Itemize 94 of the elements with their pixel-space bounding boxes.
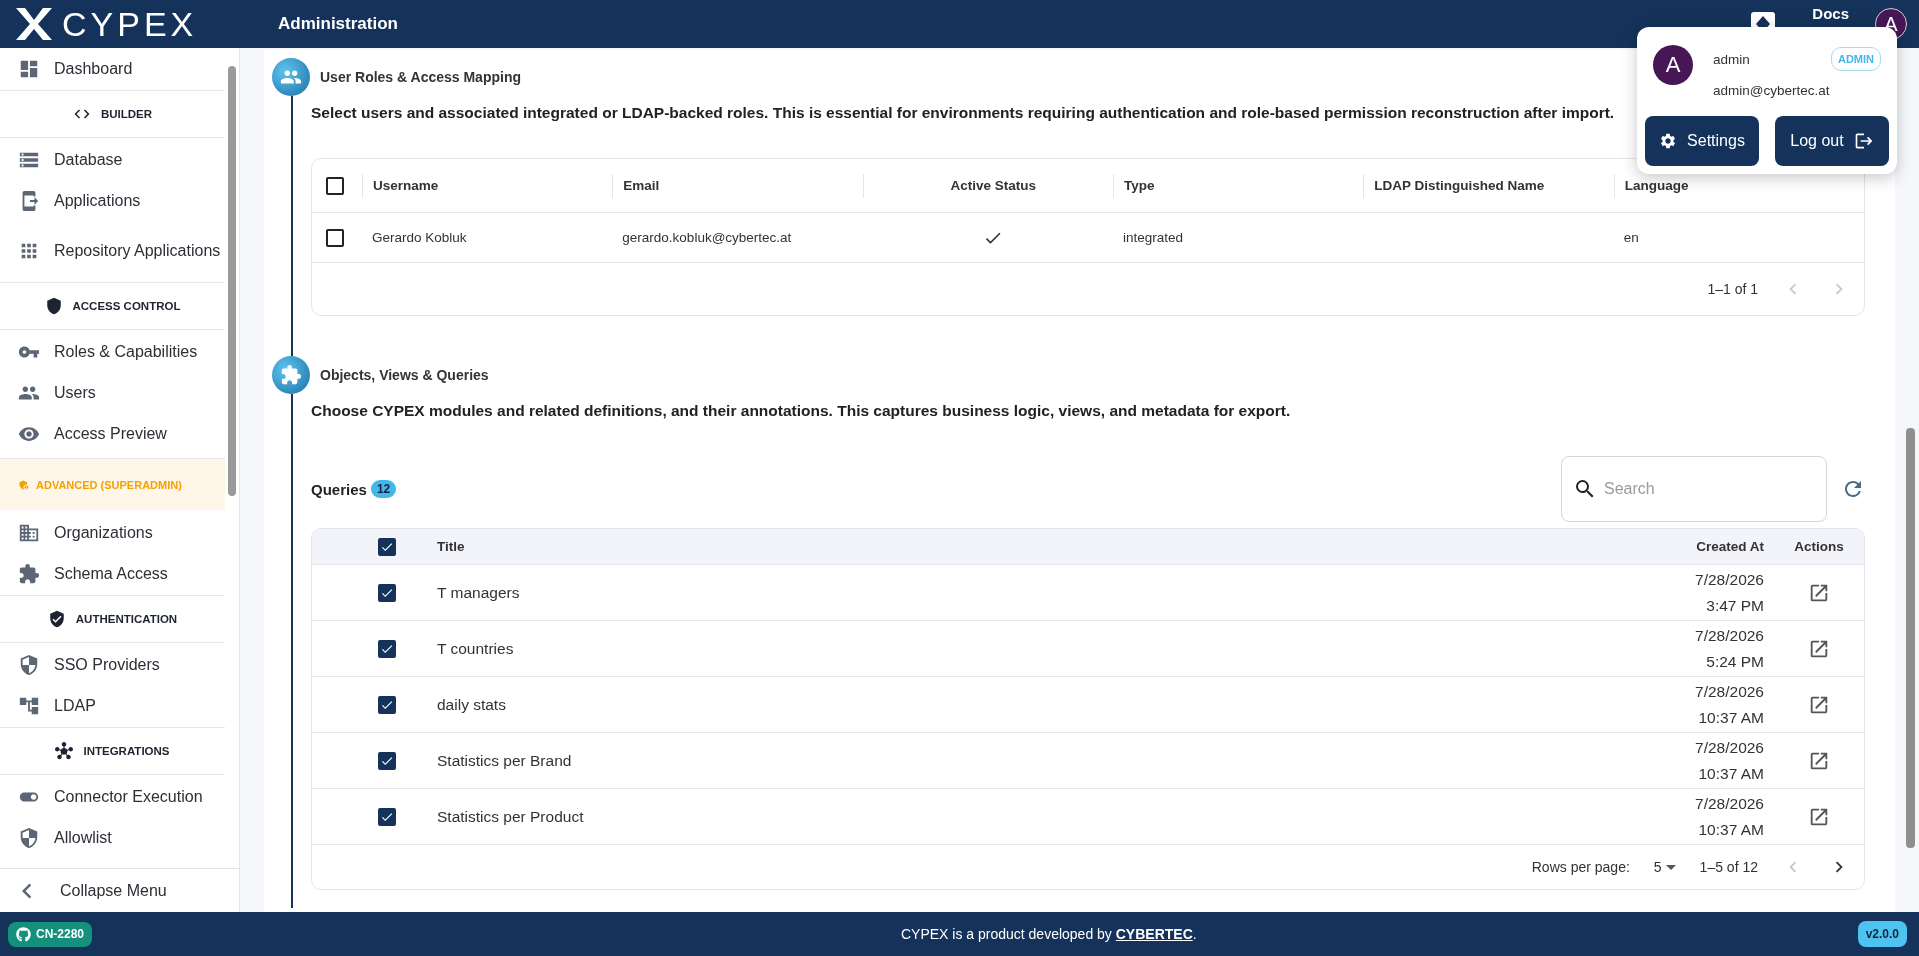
checkbox[interactable] [326,176,344,195]
sidebar-item[interactable]: Database [0,139,225,180]
banner-label: ADVANCED (SUPERADMIN) [36,478,182,491]
shield-check-icon [47,610,66,628]
sidebar-item[interactable]: Connector Execution [0,776,225,817]
column-header: Active Status [862,173,1113,198]
table-cell-text: en [1622,230,1640,245]
column-header: Language [1613,173,1864,198]
query-title: Statistics per Brand [437,751,573,770]
created-date: 7/28/2026 [1695,737,1764,758]
column-header: Username [362,173,613,198]
sidebar-item[interactable]: Dashboard [0,48,225,89]
sidebar-item[interactable]: Access Preview [0,413,225,454]
section-heading: INTEGRATIONS [83,745,170,757]
section-title: User Roles & Access Mapping [320,69,521,85]
caret-icon [1665,864,1676,870]
puzzle-icon [18,562,40,585]
created-date: 7/28/2026 [1695,625,1764,646]
table-cell-text: gerardo.kobluk@cybertec.at [621,230,793,245]
count-badge: 12 [370,480,397,498]
user-email: admin@cybertec.at [1713,83,1831,98]
section-description: Choose CYPEX modules and related definitions, and their annotations. This captures business logic, views, and metadata for export. [311,402,1292,420]
user-name: admin [1713,51,1750,67]
section-heading: ACCESS CONTROL [72,300,181,312]
created-time: 3:47 PM [1706,595,1764,616]
github-icon [16,926,31,942]
settings-icon [1659,132,1678,150]
column-header: Actions [1793,539,1845,554]
checkbox[interactable] [378,639,396,658]
page-range: 1–1 of 1 [1707,281,1758,297]
sidebar-item[interactable]: Applications [0,180,225,221]
queries-label: Queries [311,480,367,498]
sidebar-item[interactable]: Users [0,372,225,413]
query-title: T countries [437,639,515,658]
scrollbar-thumb[interactable] [1906,428,1915,848]
column-header: Created At [1695,539,1765,554]
column-header: LDAP Distinguished Name [1363,173,1614,198]
created-time: 10:37 AM [1698,819,1764,840]
scrollbar-thumb[interactable] [228,66,236,496]
branch-badge[interactable]: CN-2280 [8,921,93,947]
rows-per-page-label: Rows per page: [1531,859,1630,875]
cybertec-link[interactable]: CYBERTEC [1115,926,1193,942]
column-header: Type [1113,173,1364,198]
avatar: A [1653,45,1693,85]
section-heading: BUILDER [100,108,153,120]
sidebar-item[interactable]: LDAP [0,685,225,726]
checkbox[interactable] [378,751,396,770]
column-header: Title [437,539,466,554]
query-title: Statistics per Product [437,807,585,826]
sidebar-item[interactable]: Schema Access [0,553,225,594]
query-title: T managers [437,583,521,602]
shield-icon [18,478,30,491]
docs-link[interactable]: Docs [1812,5,1849,23]
sidebar-item[interactable]: Allowlist [0,817,225,858]
created-date: 7/28/2026 [1695,569,1764,590]
logout-icon [1853,131,1874,151]
shield-icon [44,297,63,315]
table-cell-text: integrated [1122,230,1185,245]
table-cell-text: Gerardo Kobluk [371,230,468,245]
shield-icon [18,653,40,676]
version-badge: v2.0.0 [1857,921,1907,947]
created-date: 7/28/2026 [1695,681,1764,702]
shield-icon [18,826,40,849]
checkbox[interactable] [378,537,396,556]
created-time: 10:37 AM [1698,763,1764,784]
checkbox[interactable] [378,807,396,826]
page-range: 1–5 of 12 [1699,859,1758,875]
search-field[interactable]: Search [1561,456,1827,522]
created-time: 10:37 AM [1698,707,1764,728]
role-badge: ADMIN [1830,47,1881,71]
sidebar-item[interactable]: Organizations [0,512,225,553]
rows-per-page-select[interactable]: 5 [1653,859,1676,875]
footer-text: CYPEX is a product developed by CYBERTEC. [899,926,1198,942]
sidebar-item[interactable]: Repository Applications [0,221,225,281]
logo-icon [14,6,54,42]
logo-text: CYPEX [62,4,198,44]
logout-button[interactable]: Log out [1775,116,1889,166]
settings-button[interactable]: Settings [1645,116,1759,166]
page-title: Administration [278,14,399,34]
section-description: Select users and associated integrated or LDAP-backed roles. This is essential for environments requiring authentication and role-based permission reconstruction after import. [311,104,1616,122]
section-heading: AUTHENTICATION [75,613,178,625]
people-icon [272,58,310,96]
sidebar-item[interactable]: SSO Providers [0,644,225,685]
query-title: daily stats [437,695,507,714]
checkbox[interactable] [378,583,396,602]
checkbox[interactable] [378,695,396,714]
puzzle-icon [272,356,310,394]
sidebar-item[interactable]: Roles & Capabilities [0,331,225,372]
created-time: 5:24 PM [1706,651,1764,672]
checkbox[interactable] [326,228,344,247]
created-date: 7/28/2026 [1695,793,1764,814]
hub-icon [55,742,74,760]
section-title: Objects, Views & Queries [320,367,489,383]
column-header: Email [612,173,863,198]
